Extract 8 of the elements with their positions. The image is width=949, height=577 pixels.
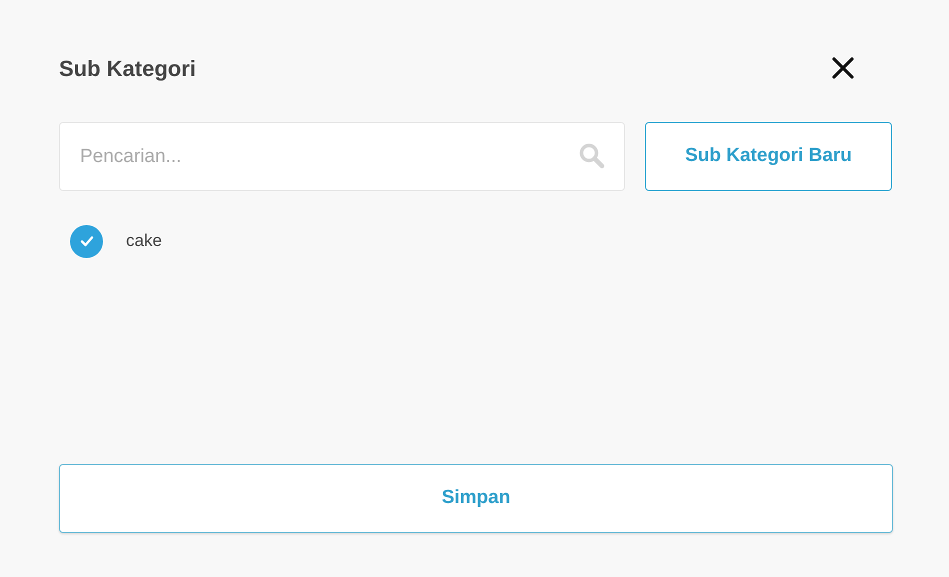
- close-icon[interactable]: [832, 57, 854, 79]
- item-label: cake: [126, 230, 162, 252]
- search-field[interactable]: Pencarian...: [59, 122, 625, 191]
- checkbox[interactable]: [70, 224, 103, 258]
- new-subcategory-button[interactable]: Sub Kategori Baru: [645, 122, 892, 191]
- search-icon: [579, 143, 605, 169]
- save-button[interactable]: Simpan: [59, 464, 893, 533]
- dialog-title: Sub Kategori: [59, 54, 196, 83]
